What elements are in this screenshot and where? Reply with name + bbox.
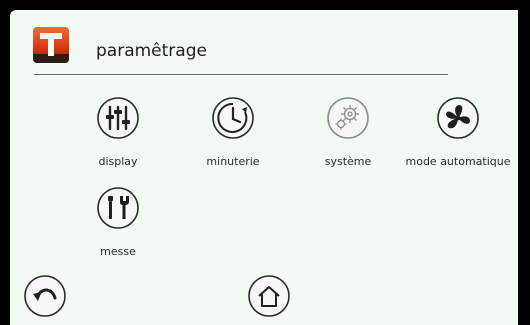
- tools-icon: [97, 187, 139, 229]
- tile-display[interactable]: display: [63, 96, 173, 176]
- fan-icon: [437, 97, 479, 139]
- home-button[interactable]: [247, 274, 291, 318]
- screen-bezel: [518, 10, 530, 325]
- header-divider: [34, 74, 448, 75]
- tile-minuterie-label: minuterie: [206, 155, 260, 168]
- timer-clock-icon: [212, 97, 254, 139]
- back-arrow-icon: [24, 275, 66, 317]
- settings-screen: paramêtrage display minuterie système mo…: [10, 10, 530, 325]
- home-icon: [248, 275, 290, 317]
- tile-display-label: display: [98, 155, 138, 168]
- page-title: paramêtrage: [96, 41, 207, 61]
- tile-minuterie[interactable]: minuterie: [178, 96, 288, 176]
- tile-systeme[interactable]: système: [293, 96, 403, 176]
- tile-messe-label: messe: [100, 245, 136, 258]
- tile-mode-automatique[interactable]: mode automatique: [403, 96, 513, 176]
- sliders-icon: [97, 97, 139, 139]
- tile-mode-automatique-label: mode automatique: [405, 155, 511, 168]
- gears-icon: [327, 97, 369, 139]
- tile-messe[interactable]: messe: [63, 186, 173, 266]
- brand-logo: [33, 27, 69, 63]
- tile-systeme-label: système: [324, 155, 372, 168]
- brand-logo-icon: [33, 27, 69, 63]
- back-button[interactable]: [23, 274, 67, 318]
